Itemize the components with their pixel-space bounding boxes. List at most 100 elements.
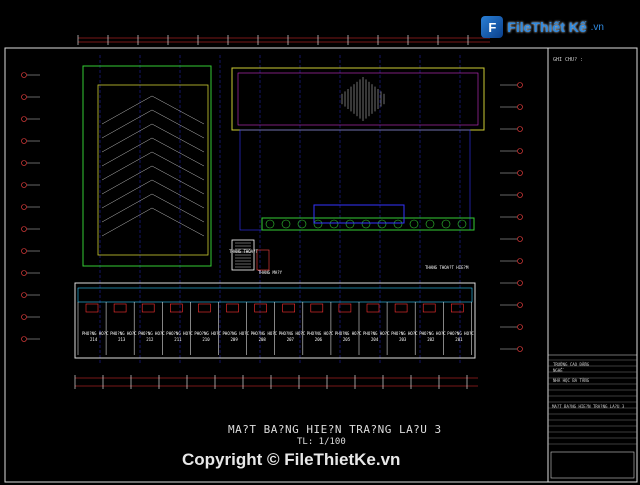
room-number: 203 bbox=[399, 337, 407, 342]
top-right-inner bbox=[237, 72, 479, 126]
window-hatch bbox=[450, 303, 464, 313]
shrub bbox=[377, 219, 387, 229]
axis-bubble bbox=[21, 270, 27, 276]
project-name: NHÀ HỌC BA TẦNG bbox=[553, 378, 590, 383]
room-number: 201 bbox=[455, 337, 463, 342]
room-name: PHO?NG HO?C bbox=[110, 331, 137, 336]
logo-text: FileThiết Kế bbox=[507, 19, 587, 35]
planter-shrubs bbox=[265, 219, 467, 229]
axis-bubble bbox=[517, 148, 523, 154]
sheet-name: MA?T BA?NG HIE?N TRA?NG LA?U 3 bbox=[552, 404, 625, 409]
left-grid-axis bbox=[21, 72, 40, 342]
stair-core-treads bbox=[235, 242, 251, 268]
window-hatch bbox=[113, 303, 127, 313]
top-right-block bbox=[231, 67, 485, 131]
drawing-title: MA?T BA?NG HIE?N TRA?NG LA?U 3 bbox=[228, 423, 442, 436]
owner-line-1: TRƯỜNG CAO ĐẲNG bbox=[553, 362, 590, 367]
room-number: 211 bbox=[174, 337, 182, 342]
copyright-watermark: Copyright © FileThietKe.vn bbox=[182, 450, 401, 469]
axis-bubble bbox=[21, 116, 27, 122]
window-hatch bbox=[422, 303, 436, 313]
roof-chevron bbox=[101, 151, 205, 181]
room-name: PHO?NG HO?C bbox=[447, 331, 474, 336]
stage bbox=[313, 204, 405, 224]
axis-bubble bbox=[517, 346, 523, 352]
shrub bbox=[329, 219, 339, 229]
window-hatch bbox=[141, 303, 155, 313]
logo-mark-icon: F bbox=[481, 16, 504, 38]
shrub bbox=[457, 219, 467, 229]
top-dimension-ticks bbox=[77, 35, 469, 45]
room-name: PHO?NG HO?C bbox=[306, 331, 334, 336]
window-hatch bbox=[170, 303, 183, 313]
elevator-shaft bbox=[256, 249, 270, 271]
window-hatch bbox=[338, 303, 352, 313]
axis-bubble bbox=[21, 72, 27, 78]
room-name: PHO?NG HO?C bbox=[166, 331, 193, 336]
logo-suffix: .vn bbox=[590, 21, 604, 33]
roof-chevron bbox=[101, 137, 205, 167]
axis-bubble bbox=[517, 258, 523, 264]
room-name: PHO?NG HO?C bbox=[138, 331, 165, 336]
axis-bubble bbox=[517, 214, 523, 220]
stair-label: THANG THOA?T bbox=[229, 249, 258, 254]
site-logo[interactable]: F FileThiết Kế .vn bbox=[481, 12, 604, 42]
elevator-label: THANG MA?Y bbox=[258, 270, 283, 275]
room-number: 208 bbox=[258, 337, 266, 342]
cad-drawing-canvas bbox=[4, 35, 638, 483]
axis-bubble bbox=[517, 302, 523, 308]
window-hatch bbox=[85, 303, 99, 313]
room-number: 213 bbox=[118, 337, 126, 342]
window-hatch bbox=[198, 303, 211, 313]
axis-bubble bbox=[21, 248, 27, 254]
shrub bbox=[425, 219, 435, 229]
main-stair-treads bbox=[341, 77, 385, 121]
room-name: PHO?NG HO?C bbox=[334, 331, 362, 336]
roof-chevron bbox=[101, 109, 205, 139]
courtyard bbox=[239, 129, 471, 231]
window-hatch bbox=[254, 303, 267, 313]
shrub bbox=[313, 219, 323, 229]
room-name: PHO?NG HO?C bbox=[194, 331, 221, 336]
roof-herringbone-hatch bbox=[101, 95, 205, 237]
axis-bubble bbox=[517, 170, 523, 176]
shrub bbox=[441, 219, 451, 229]
roof-chevron bbox=[101, 193, 205, 223]
roof-chevron bbox=[101, 123, 205, 153]
classroom-partitions bbox=[77, 302, 472, 355]
axis-bubble bbox=[517, 236, 523, 242]
room-number: 204 bbox=[371, 337, 379, 342]
axis-bubble bbox=[517, 192, 523, 198]
shrub bbox=[361, 219, 371, 229]
shrub bbox=[281, 219, 291, 229]
axis-bubble bbox=[21, 336, 27, 342]
room-number: 210 bbox=[202, 337, 210, 342]
roof-chevron bbox=[101, 179, 205, 209]
shrub bbox=[265, 219, 275, 229]
axis-bubble bbox=[21, 138, 27, 144]
room-name: PHO?NG HO?C bbox=[363, 331, 390, 336]
room-number: 206 bbox=[314, 337, 323, 342]
room-name: PHO?NG HO?C bbox=[250, 331, 278, 336]
axis-bubble bbox=[517, 324, 523, 330]
top-dimension-chain bbox=[78, 37, 490, 43]
shrub bbox=[345, 219, 355, 229]
structural-grid bbox=[99, 55, 461, 365]
right-grid-axis bbox=[500, 82, 523, 352]
window-hatch bbox=[366, 303, 380, 313]
room-number: 214 bbox=[90, 337, 98, 342]
room-number: 209 bbox=[230, 337, 238, 342]
drawing-scale: TL: 1/100 bbox=[297, 437, 346, 447]
company-stamp bbox=[550, 451, 635, 479]
shrub bbox=[297, 219, 307, 229]
axis-bubble bbox=[517, 104, 523, 110]
axis-bubble bbox=[21, 292, 27, 298]
owner-line-2: NGHỀ bbox=[553, 368, 563, 373]
room-name: PHO?NG HO?C bbox=[419, 331, 446, 336]
axis-bubble bbox=[517, 280, 523, 286]
axis-bubble bbox=[517, 126, 523, 132]
shrub bbox=[393, 219, 403, 229]
axis-bubble bbox=[21, 204, 27, 210]
bottom-dimension-ticks bbox=[74, 375, 468, 389]
room-number: 202 bbox=[427, 337, 435, 342]
